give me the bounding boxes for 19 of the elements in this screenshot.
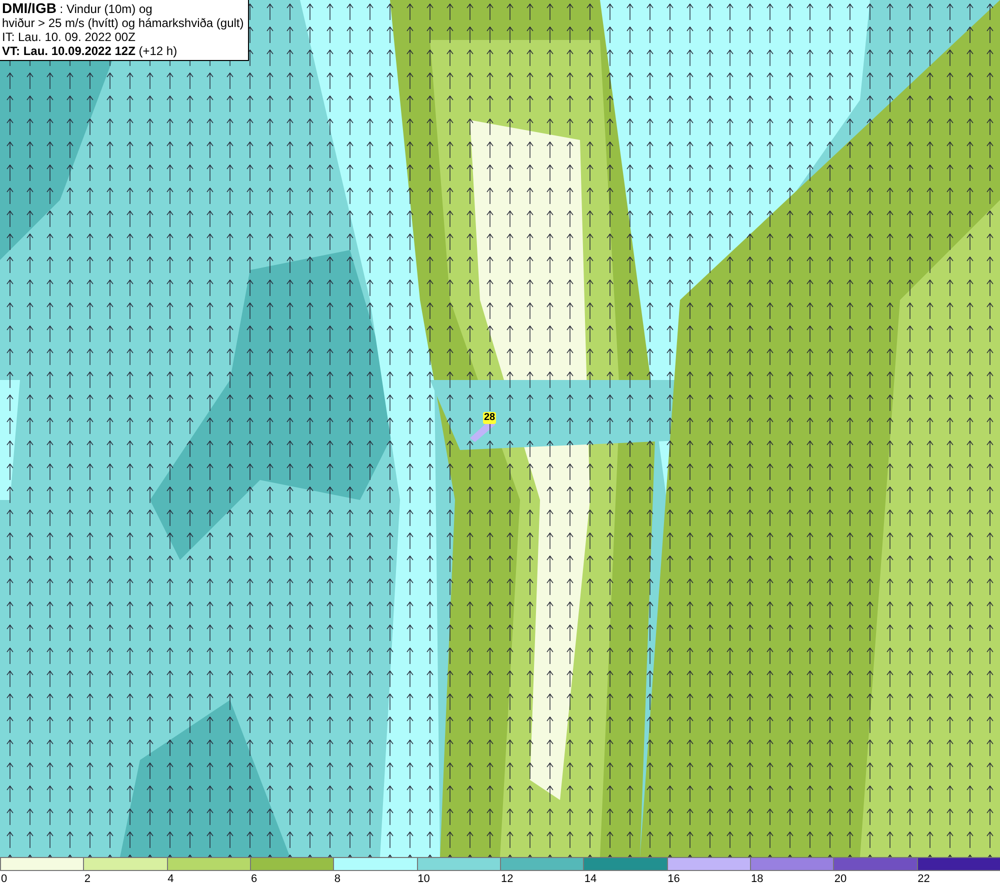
map-subtitle: hviður > 25 m/s (hvítt) og hámarkshviða (gult): [2, 16, 244, 30]
source-label: DMI/IGB: [2, 0, 56, 16]
legend-tick: 2: [83, 872, 90, 887]
map-title: : Vindur (10m) og: [60, 2, 152, 16]
legend-tick: 0: [0, 872, 8, 887]
legend-tick: 22: [916, 872, 930, 887]
lead-time: (+12 h): [138, 44, 178, 58]
legend-tick: 18: [750, 872, 764, 887]
legend-tick: 10: [416, 872, 430, 887]
legend-tick: 8: [333, 872, 340, 887]
init-time: IT: Lau. 10. 09. 2022 00Z: [2, 30, 136, 44]
legend-tick: 4: [166, 872, 174, 887]
legend-tick: 14: [583, 872, 597, 887]
legend-tick: 12: [500, 872, 514, 887]
legend-tick: 6: [250, 872, 258, 887]
valid-time: VT: Lau. 10.09.2022 12Z: [2, 44, 136, 58]
legend-tick: 16: [666, 872, 680, 887]
gust-label: 28: [483, 412, 496, 424]
legend-tick: 20: [833, 872, 847, 887]
